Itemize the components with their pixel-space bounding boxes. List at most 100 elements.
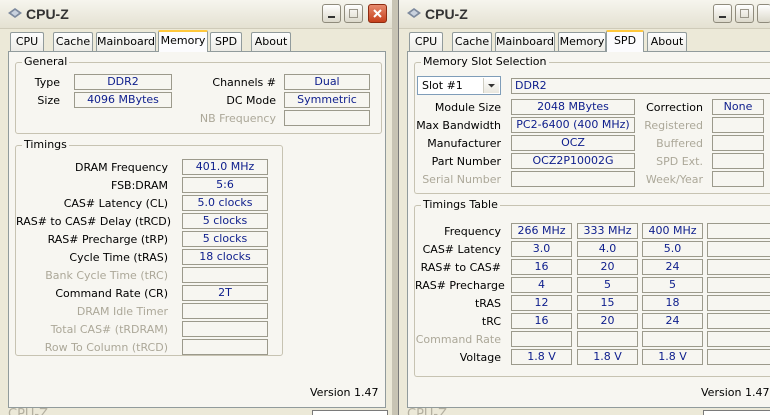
timing-value [182, 339, 268, 355]
max-bandwidth-value: PC2-6400 (400 MHz) [511, 117, 635, 133]
correction-value: None [712, 99, 764, 115]
channels-label: Channels # [212, 76, 276, 89]
spd-timing-label: tRC [481, 315, 501, 328]
timing-value: 5.0 clocks [182, 195, 268, 211]
spd-timing-cell: 24 [642, 313, 703, 329]
spd-timing-label: RAS# Precharge [415, 279, 505, 292]
ghost-title: CPU-Z [8, 407, 49, 415]
tab-about[interactable]: About [647, 32, 687, 51]
spd-timing-cell: 12 [511, 295, 572, 311]
spd-timing-cell [707, 349, 770, 365]
memory-panel: General Type DDR2 Size 4096 MBytes Chann… [8, 51, 386, 408]
type-value: DDR2 [74, 74, 172, 90]
slot-selection-title: Memory Slot Selection [421, 55, 549, 68]
spd-timing-cell: 1.8 V [642, 349, 703, 365]
manufacturer-value: OCZ [511, 135, 635, 151]
tab-about[interactable]: About [251, 32, 291, 51]
maximize-button[interactable] [735, 4, 754, 23]
spd-timing-cell: 1.8 V [577, 349, 638, 365]
title-bar[interactable]: CPU-Z [0, 0, 392, 29]
title-bar[interactable]: CPU-Z [399, 0, 770, 29]
spd-panel: Memory Slot Selection Slot #1 DDR2 Modul… [407, 51, 770, 408]
tab-mainboard[interactable]: Mainboard [96, 32, 156, 51]
spd-timing-cell: 266 MHz [511, 223, 572, 239]
ok-button-partial[interactable] [312, 410, 388, 415]
module-size-label: Module Size [434, 101, 501, 114]
timing-label: RAS# to CAS# Delay (tRCD) [16, 215, 172, 228]
timing-label: FSB:DRAM [110, 179, 168, 192]
tab-cpu[interactable]: CPU [409, 32, 443, 51]
timing-label: Command Rate (CR) [55, 287, 168, 300]
general-group: General Type DDR2 Size 4096 MBytes Chann… [15, 55, 382, 134]
timing-value: 2T [182, 285, 268, 301]
spd-timing-label: Voltage [459, 351, 501, 364]
slot-select-value: Slot #1 [422, 79, 463, 92]
timing-value: 5:6 [182, 177, 268, 193]
timing-label: DRAM Frequency [74, 161, 168, 174]
tab-memory[interactable]: Memory [158, 30, 208, 52]
spd-timing-cell: 5 [577, 277, 638, 293]
spd-timing-cell [511, 331, 572, 347]
close-button-partial[interactable] [757, 4, 770, 23]
ok-button-partial[interactable] [703, 410, 770, 415]
timing-value [182, 267, 268, 283]
serial-number-label: Serial Number [422, 173, 501, 186]
tab-cache[interactable]: Cache [53, 32, 93, 51]
tab-cpu[interactable]: CPU [10, 32, 44, 51]
part-number-label: Part Number [431, 155, 501, 168]
dcmode-label: DC Mode [226, 94, 276, 107]
spd-timing-cell [707, 277, 770, 293]
tab-spd[interactable]: SPD [606, 30, 644, 52]
spd-timing-label: CAS# Latency [422, 243, 501, 256]
spd-timing-cell: 24 [642, 259, 703, 275]
slot-selection-group: Memory Slot Selection Slot #1 DDR2 Modul… [414, 55, 770, 194]
minimize-button[interactable] [713, 4, 732, 23]
spd-timing-cell: 1.8 V [511, 349, 572, 365]
spd-timing-cell: 5 [642, 277, 703, 293]
version-label: Version 1.47 [310, 386, 379, 399]
nbfreq-value [284, 110, 370, 126]
buffered-value [712, 135, 764, 151]
timing-label: CAS# Latency (CL) [63, 197, 168, 210]
slot-select[interactable]: Slot #1 [417, 76, 501, 95]
tab-mainboard[interactable]: Mainboard [495, 32, 555, 51]
spd-timing-cell: 4.0 [577, 241, 638, 257]
spd-timing-cell [707, 259, 770, 275]
spd-timing-cell: 5.0 [642, 241, 703, 257]
serial-number-value [511, 171, 635, 187]
minimize-icon [719, 16, 726, 18]
spd-timing-cell: 333 MHz [577, 223, 638, 239]
size-label: Size [37, 94, 60, 107]
minimize-button[interactable] [322, 4, 341, 23]
version-label: Version 1.47 [701, 386, 770, 399]
cpuz-app-icon [8, 8, 22, 18]
spd-timing-cell [707, 331, 770, 347]
timing-label: Row To Column (tRCD) [44, 341, 168, 354]
tab-cache[interactable]: Cache [452, 32, 492, 51]
spd-timing-cell: 15 [577, 295, 638, 311]
type-label: Type [34, 76, 60, 89]
minimize-icon [328, 16, 335, 18]
timing-value: 18 clocks [182, 249, 268, 265]
spd-timing-cell: 400 MHz [642, 223, 703, 239]
spd-timing-label: RAS# to CAS# [420, 261, 501, 274]
maximize-button[interactable] [344, 4, 363, 23]
spd-timing-cell: 3.0 [511, 241, 572, 257]
spd-timing-cell [642, 331, 703, 347]
close-button[interactable] [368, 4, 387, 23]
timing-value [182, 303, 268, 319]
maximize-icon [349, 9, 358, 18]
spd-timing-cell [707, 223, 770, 239]
channels-value: Dual [284, 74, 370, 90]
timings-title: Timings [22, 138, 69, 151]
timing-label: Bank Cycle Time (tRC) [45, 269, 168, 282]
tab-memory[interactable]: Memory [558, 32, 606, 51]
spd-timing-cell [707, 241, 770, 257]
spd-timing-cell [707, 295, 770, 311]
registered-value [712, 117, 764, 133]
chevron-down-icon[interactable] [483, 78, 499, 93]
tab-spd[interactable]: SPD [210, 32, 242, 51]
timing-label: RAS# Precharge (tRP) [47, 233, 168, 246]
window-title: CPU-Z [26, 6, 69, 22]
correction-label: Correction [646, 101, 703, 114]
